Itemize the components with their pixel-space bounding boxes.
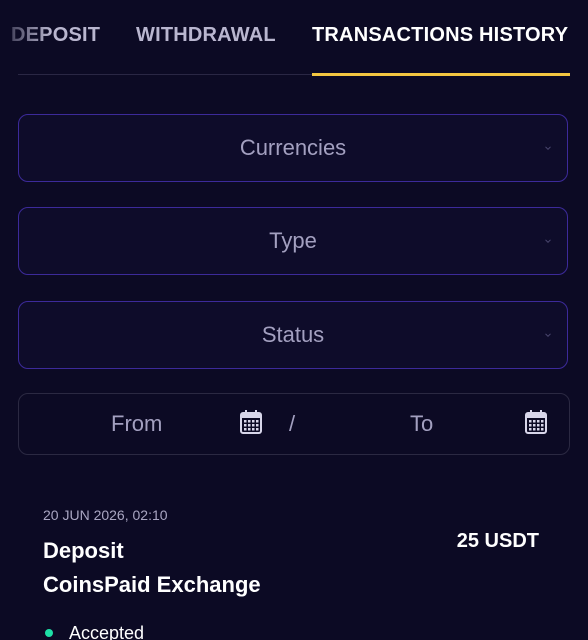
date-to-label: To <box>410 411 434 436</box>
date-to-field[interactable]: To <box>304 394 569 453</box>
tab-deposit[interactable]: DEPOSIT <box>11 24 100 47</box>
status-select-label: Status <box>261 322 325 347</box>
transaction-status: Accepted <box>69 623 145 640</box>
chevron-down-icon <box>545 333 551 338</box>
transactions-page: DEPOSIT WITHDRAWAL TRANSACTIONS HISTORY … <box>0 0 588 640</box>
tab-withdrawal[interactable]: WITHDRAWAL <box>136 24 276 47</box>
tab-bar: DEPOSIT WITHDRAWAL TRANSACTIONS HISTORY <box>0 0 588 78</box>
status-select[interactable]: Status <box>18 301 568 369</box>
transaction-method: CoinsPaid Exchange <box>43 572 261 597</box>
status-dot-icon <box>45 629 53 637</box>
transaction-amount: 25 USDT <box>456 530 539 552</box>
chevron-down-icon <box>545 239 551 244</box>
transaction-item[interactable]: 20 JUN 2026, 02:10 Deposit CoinsPaid Exc… <box>0 495 588 640</box>
calendar-icon[interactable] <box>240 410 262 434</box>
date-separator: / <box>289 411 296 436</box>
type-select[interactable]: Type <box>18 207 568 275</box>
currencies-select[interactable]: Currencies <box>18 114 568 182</box>
active-tab-indicator <box>312 73 570 76</box>
chevron-down-icon <box>545 146 551 151</box>
tab-transactions-history[interactable]: TRANSACTIONS HISTORY <box>312 24 568 47</box>
date-from-field[interactable]: From <box>19 394 281 453</box>
calendar-icon[interactable] <box>525 410 547 434</box>
date-range-picker: From / To <box>18 393 570 455</box>
transaction-type: Deposit <box>43 538 124 563</box>
currencies-select-label: Currencies <box>239 135 347 160</box>
transaction-date: 20 JUN 2026, 02:10 <box>43 507 168 523</box>
date-from-label: From <box>111 411 163 436</box>
type-select-label: Type <box>269 228 317 253</box>
